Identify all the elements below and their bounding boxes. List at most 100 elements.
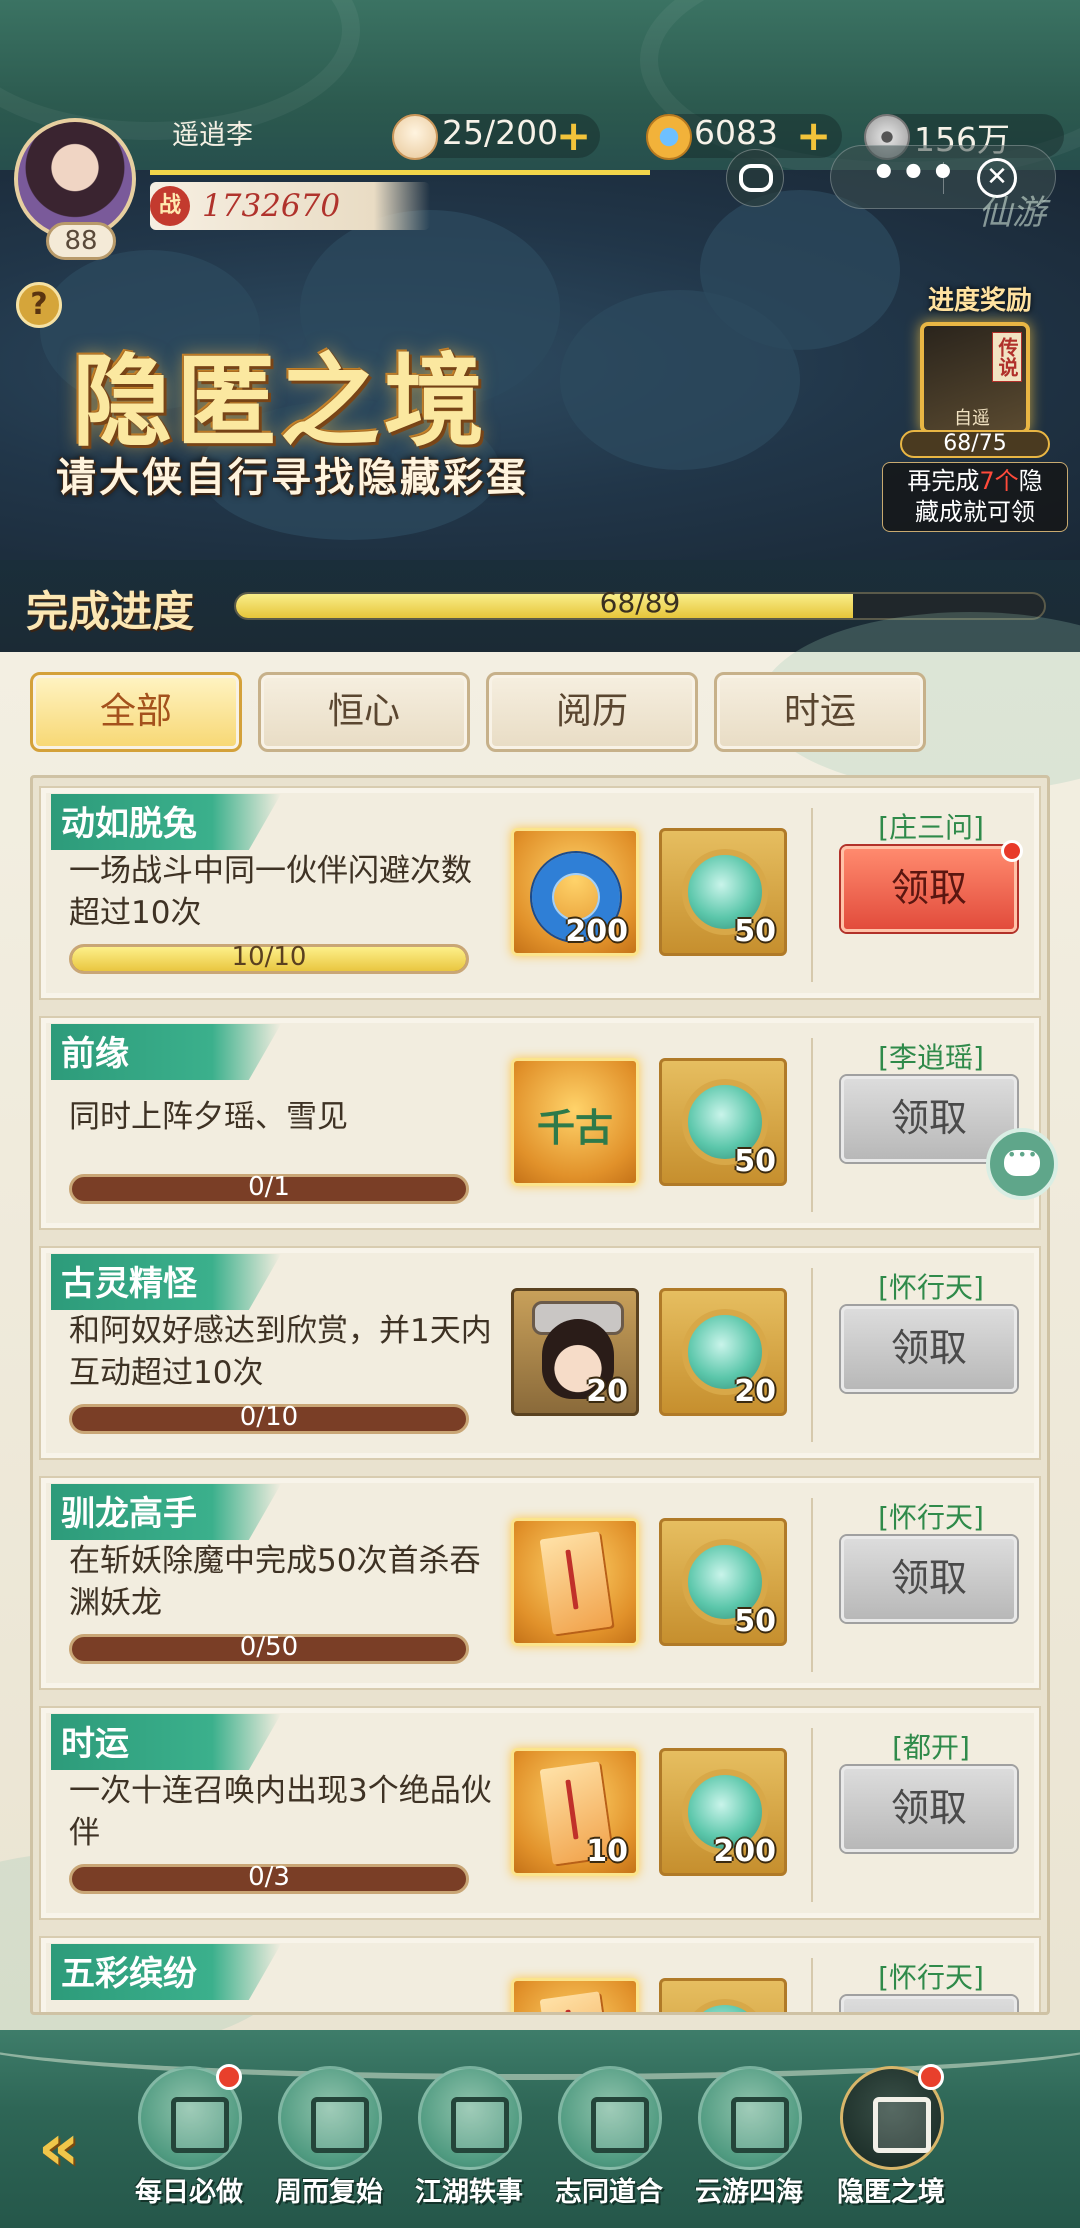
reward-count: 200 [565, 914, 628, 949]
task-npc: [怀行天] [878, 1271, 984, 1304]
gold-value: 6083 [694, 113, 778, 152]
battle-power-icon: 战 [150, 186, 190, 226]
weekly-calendar-icon [311, 2097, 369, 2153]
reward-count: 50 [734, 1604, 776, 1639]
reward-count: 50 [734, 1144, 776, 1179]
progress-reward-desc: 再完成7个隐 藏成就可领 [882, 462, 1068, 532]
progress-label: 完成进度 [26, 587, 195, 636]
notification-dot [216, 2064, 242, 2090]
title-reward-text: 千古 [536, 1105, 613, 1150]
task-card: 驯龙高手 在斩妖除魔中完成50次首杀吞渊妖龙 0/50 50 [怀行天] 领取 [39, 1476, 1041, 1690]
task-list[interactable]: 动如脱兔 一场战斗中同一伙伴闪避次数超过10次 10/10 200 50 [庄三… [30, 775, 1050, 2015]
nav-weekly[interactable]: 周而复始 [270, 2062, 388, 2212]
task-description: 同时上阵夕瑶、雪见 [69, 1099, 348, 1135]
reward-item[interactable]: 50 [659, 1518, 787, 1646]
tab-all[interactable]: 全部 [30, 672, 242, 752]
reward-item[interactable]: 20 [659, 1288, 787, 1416]
hidden-scroll-icon [873, 2097, 931, 2153]
reward-item[interactable]: 200 [659, 1748, 787, 1876]
task-npc: [怀行天] [878, 1961, 984, 1994]
reward-item[interactable]: 20 [511, 1288, 639, 1416]
stamina-value: 25/200 [442, 113, 559, 152]
legend-tag: 传说 [992, 332, 1022, 382]
task-progress-text: 10/10 [231, 942, 307, 972]
player-avatar-frame[interactable]: 88 [6, 110, 146, 260]
claim-button[interactable]: 领取 [841, 846, 1017, 932]
reward-count: 50 [734, 914, 776, 949]
progress-reward-title: 进度奖励 [927, 286, 1032, 316]
nav-label: 志同道合 [555, 2177, 663, 2208]
task-title: 五彩缤纷 [61, 1954, 197, 1994]
remaining-count: 7个 [979, 467, 1019, 495]
nav-hidden[interactable]: 隐匿之境 [832, 2062, 950, 2212]
claim-button[interactable]: 领取 [841, 1536, 1017, 1622]
jade-coin-icon [646, 114, 692, 160]
level-badge: 88 [46, 222, 116, 260]
boat-icon [731, 2097, 789, 2153]
player-name: 遥逍李 [172, 120, 253, 151]
progress-reward-item[interactable]: 传说 自遥 [920, 322, 1030, 434]
reward-item[interactable]: 50 [659, 1058, 787, 1186]
chat-bubble-icon[interactable] [986, 1128, 1058, 1200]
tab-fortune[interactable]: 时运 [714, 672, 926, 752]
notification-dot [918, 2064, 944, 2090]
claim-button[interactable]: 领取 [841, 1306, 1017, 1392]
task-progress-text: 0/3 [248, 1862, 290, 1892]
nav-anecdotes[interactable]: 江湖轶事 [410, 2062, 528, 2212]
reward-count: 20 [586, 1374, 628, 1409]
friends-icon [591, 2097, 649, 2153]
nav-label: 周而复始 [275, 2177, 383, 2208]
task-card: 古灵精怪 和阿奴好感达到欣赏，并1天内互动超过10次 0/10 20 20 [怀… [39, 1246, 1041, 1460]
help-icon[interactable]: ? [16, 282, 62, 328]
task-progress-text: 0/1 [248, 1172, 290, 1202]
reward-item[interactable]: 千古 [511, 1058, 639, 1186]
task-npc: [怀行天] [878, 1501, 984, 1534]
tab-perseverance[interactable]: 恒心 [258, 672, 470, 752]
reward-count: 10 [586, 1834, 628, 1869]
game-logo-text: 仙游 [978, 193, 1046, 233]
task-title: 古灵精怪 [61, 1264, 197, 1304]
task-title: 动如脱兔 [61, 804, 197, 844]
task-card: 前缘 同时上阵夕瑶、雪见 0/1 千古 50 [李逍瑶] 领取 [39, 1016, 1041, 1230]
nav-icon-bg [278, 2066, 382, 2170]
exp-bar [150, 170, 650, 175]
add-stamina-button[interactable]: + [556, 115, 591, 157]
task-description: 一场战斗中同一伙伴闪避次数超过10次 [69, 853, 472, 931]
notification-dot [1001, 840, 1023, 862]
nav-label: 每日必做 [135, 2177, 243, 2208]
nav-friends[interactable]: 志同道合 [550, 2062, 668, 2212]
nav-label: 云游四海 [695, 2177, 803, 2208]
banner-subtitle: 请大侠自行寻找隐藏彩蛋 [56, 455, 529, 501]
task-npc: [都开] [892, 1731, 970, 1764]
daily-calendar-icon [171, 2097, 229, 2153]
task-description: 一次十连召唤内出现3个绝品伙伴 [69, 1773, 492, 1851]
task-npc: [李逍瑶] [878, 1041, 984, 1074]
reward-count: 20 [734, 1374, 776, 1409]
task-description: 和阿奴好感达到欣赏，并1天内互动超过10次 [69, 1313, 492, 1391]
task-title: 前缘 [61, 1034, 129, 1074]
tab-experience[interactable]: 阅历 [486, 672, 698, 752]
more-button[interactable]: ••• [871, 150, 960, 196]
task-progress-text: 0/50 [239, 1632, 299, 1662]
task-progress-text: 0/10 [239, 1402, 299, 1432]
nav-icon-bg [418, 2066, 522, 2170]
task-title: 时运 [61, 1724, 129, 1764]
nav-icon-bg [558, 2066, 662, 2170]
reward-item[interactable]: 200 [511, 828, 639, 956]
reward-item[interactable] [511, 1518, 639, 1646]
progress-reward-count: 68/75 [900, 430, 1050, 458]
card-divider [811, 1498, 813, 1672]
summon-scroll-icon [539, 1531, 613, 1635]
task-card: 动如脱兔 一场战斗中同一伙伴闪避次数超过10次 10/10 200 50 [庄三… [39, 786, 1041, 1000]
nav-daily[interactable]: 每日必做 [130, 2062, 248, 2212]
nav-travel[interactable]: 云游四海 [690, 2062, 808, 2212]
task-description: 在斩妖除魔中完成50次首杀吞渊妖龙 [69, 1543, 481, 1621]
claim-button[interactable]: 领取 [841, 1766, 1017, 1852]
reward-item-name: 自遥 [954, 408, 990, 429]
gamepad-icon[interactable] [726, 149, 784, 207]
card-divider [811, 1268, 813, 1442]
add-gold-button[interactable]: + [796, 115, 831, 157]
reward-item[interactable]: 50 [659, 828, 787, 956]
reward-item[interactable]: 10 [511, 1748, 639, 1876]
back-arrow-icon[interactable]: « [26, 2110, 102, 2186]
